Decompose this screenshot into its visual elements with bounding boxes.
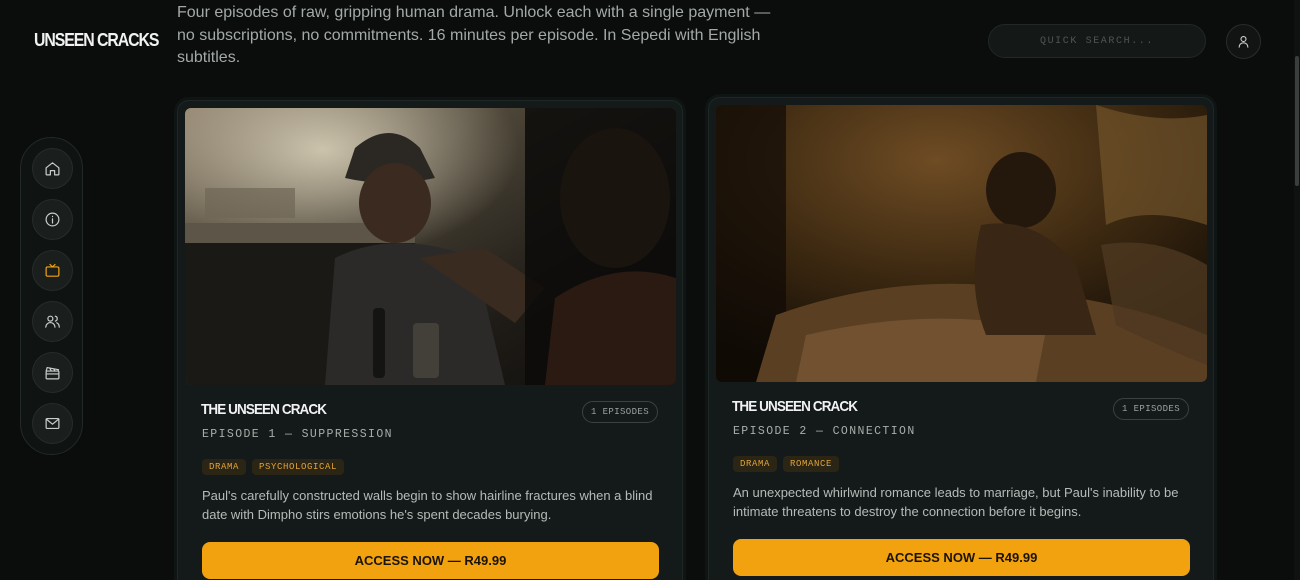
intro-text: Four episodes of raw, gripping human dra…	[177, 4, 771, 66]
nav-cast-button[interactable]	[32, 301, 73, 342]
episode-count-badge: 1 EPISODES	[581, 401, 658, 423]
episode-subtitle: EPISODE 2 — CONNECTION	[733, 425, 916, 438]
episode-title: THE UNSEEN CRACK	[732, 398, 858, 415]
genre-tags: DRAMA ROMANCE	[733, 456, 840, 472]
users-icon	[45, 315, 60, 328]
episode-thumbnail[interactable]	[716, 105, 1207, 382]
episode-card[interactable]: THE UNSEEN CRACK 1 EPISODES EPISODE 2 — …	[708, 97, 1214, 580]
access-now-button[interactable]: ACCESS NOW — R49.99	[202, 542, 659, 579]
mail-icon	[45, 417, 60, 430]
nav-about-button[interactable]	[32, 199, 73, 240]
nav-episodes-button[interactable]	[32, 250, 73, 291]
episode-description: An unexpected whirlwind romance leads to…	[733, 485, 1179, 519]
user-button[interactable]	[1226, 24, 1261, 59]
brand-logo[interactable]: UNSEEN CRACKS	[34, 30, 160, 51]
quick-search[interactable]	[988, 24, 1206, 58]
nav-production-button[interactable]	[32, 352, 73, 393]
genre-tag: DRAMA	[733, 456, 778, 472]
genre-tag: DRAMA	[202, 459, 247, 475]
user-icon	[1238, 35, 1249, 48]
clapperboard-icon	[45, 366, 60, 380]
episode-thumbnail[interactable]	[185, 108, 676, 385]
episode-card[interactable]: THE UNSEEN CRACK 1 EPISODES EPISODE 1 — …	[177, 100, 683, 580]
episode-subtitle: EPISODE 1 — SUPPRESSION	[202, 428, 393, 441]
page-scrollbar[interactable]	[1294, 0, 1300, 580]
tv-icon	[45, 263, 60, 277]
episode-count-badge: 1 EPISODES	[1112, 398, 1189, 420]
access-now-button[interactable]: ACCESS NOW — R49.99	[733, 539, 1190, 576]
episode-title: THE UNSEEN CRACK	[201, 401, 327, 418]
episode-description: Paul's carefully constructed walls begin…	[202, 488, 653, 522]
genre-tags: DRAMA PSYCHOLOGICAL	[202, 459, 345, 475]
scrollbar-thumb[interactable]	[1295, 56, 1299, 186]
nav-contact-button[interactable]	[32, 403, 73, 444]
genre-tag: ROMANCE	[783, 456, 840, 472]
search-input[interactable]	[989, 25, 1205, 57]
side-navigation	[20, 137, 83, 455]
page: UNSEEN CRACKS Four episodes of raw, grip…	[0, 0, 1300, 580]
home-icon	[45, 162, 60, 176]
genre-tag: PSYCHOLOGICAL	[252, 459, 345, 475]
info-icon	[45, 212, 60, 227]
nav-home-button[interactable]	[32, 148, 73, 189]
